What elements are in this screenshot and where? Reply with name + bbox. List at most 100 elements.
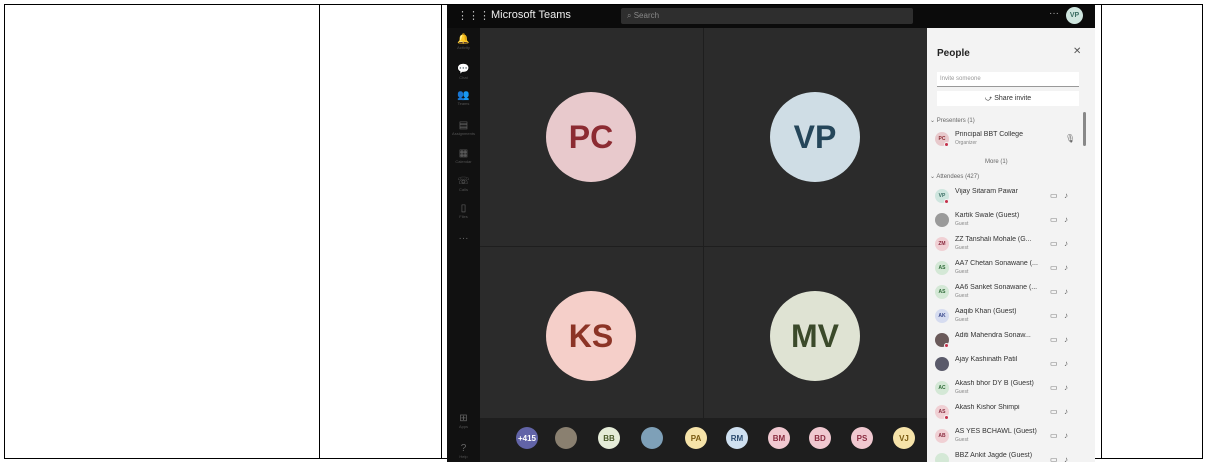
- participant-chip[interactable]: PA: [685, 427, 707, 449]
- share-icon: ⤻: [984, 95, 995, 102]
- attendees-section-header[interactable]: ⌄ Attendees (427): [930, 173, 979, 180]
- files-icon: ▯: [460, 203, 467, 214]
- attendee-row[interactable]: AC Akash bhor DY B (Guest) Guest ▭ ♪: [935, 378, 1085, 400]
- participant-role: Guest: [955, 245, 969, 251]
- participant-chip[interactable]: BM: [768, 427, 790, 449]
- rail-item-label: Calendar: [455, 159, 472, 164]
- participant-name: Vijay Sitaram Pawar: [955, 188, 1018, 195]
- camera-off-icon: ▭: [1050, 287, 1058, 296]
- avatar: [935, 453, 949, 462]
- rail-item-label: Assignments: [452, 131, 475, 136]
- people-panel: People ✕ Invite someone ⤻ Share invite ⌄…: [927, 28, 1095, 462]
- invite-input[interactable]: Invite someone: [937, 72, 1079, 87]
- attendee-row[interactable]: ZM ZZ Tanshali Mohale (G... Guest ▭ ♪: [935, 234, 1085, 256]
- video-tile[interactable]: KS: [480, 247, 703, 418]
- user-avatar[interactable]: VP: [1066, 7, 1083, 24]
- mic-muted-icon: ♪: [1064, 287, 1068, 296]
- status-badge: [944, 199, 949, 204]
- panel-title: People: [937, 48, 970, 59]
- presenters-section-header[interactable]: ⌄ Presenters (1): [930, 117, 975, 124]
- camera-off-icon: ▭: [1050, 431, 1058, 440]
- avatar: AS: [935, 261, 949, 275]
- app-title: Microsoft Teams: [491, 9, 571, 21]
- share-invite-label: Share invite: [994, 95, 1032, 102]
- video-tile[interactable]: VP: [704, 28, 927, 246]
- app-launcher-icon[interactable]: ⋮⋮⋮: [457, 9, 490, 22]
- attendee-row[interactable]: AK Aaqib Khan (Guest) Guest ▭ ♪: [935, 306, 1085, 328]
- participant-role: Guest: [955, 293, 969, 299]
- rail-item[interactable]: ☏ Calls: [447, 176, 480, 192]
- camera-off-icon: ▭: [1050, 335, 1058, 344]
- more-options-button[interactable]: ···: [1049, 8, 1059, 19]
- rail-item[interactable]: ▤ Assignments: [447, 120, 480, 136]
- attendee-row[interactable]: AS AA6 Sanket Sonawane (... Guest ▭ ♪: [935, 282, 1085, 304]
- rail-item[interactable]: ▯ Files: [447, 203, 480, 219]
- presenters-label: Presenters (1): [936, 118, 975, 124]
- overflow-count-badge[interactable]: +415: [516, 427, 538, 449]
- attendee-row[interactable]: AS Akash Kishor Shimpi ▭ ♪: [935, 402, 1085, 424]
- participant-chip[interactable]: [555, 427, 577, 449]
- participant-chip[interactable]: RM: [726, 427, 748, 449]
- teams-window: ⋮⋮⋮ Microsoft Teams ⌕ Search ··· VP 🔔 Act…: [447, 5, 1095, 462]
- participant-role: Guest: [955, 221, 969, 227]
- presenter-row[interactable]: PC Principal BBT College Organizer 🎙︎: [935, 129, 1085, 151]
- attendees-label: Attendees (427): [936, 174, 980, 180]
- attendee-row[interactable]: Aditi Mahendra Sonaw... ▭ ♪: [935, 330, 1085, 352]
- more-link[interactable]: More (1): [985, 159, 1008, 165]
- more-icon: ···: [458, 233, 469, 244]
- attendee-row[interactable]: AB AS YES BCHAWL (Guest) Guest ▭ ♪: [935, 426, 1085, 448]
- participant-name: Akash Kishor Shimpi: [955, 404, 1020, 411]
- rail-item[interactable]: 💬 Chat: [447, 64, 480, 80]
- search-icon: ⌕: [627, 11, 634, 20]
- mic-muted-icon: ♪: [1064, 263, 1068, 272]
- video-tile[interactable]: MV: [704, 247, 927, 418]
- participant-avatar: VP: [770, 92, 860, 182]
- phone-icon: ☏: [457, 176, 470, 187]
- participant-avatar: KS: [546, 291, 636, 381]
- participant-chip[interactable]: PS: [851, 427, 873, 449]
- rail-item-label: Files: [459, 214, 468, 219]
- table-column-divider: [1101, 4, 1102, 459]
- avatar: AC: [935, 381, 949, 395]
- title-bar: ⋮⋮⋮ Microsoft Teams ⌕ Search ··· VP: [447, 5, 1095, 28]
- help-icon: ?: [460, 443, 467, 454]
- rail-item[interactable]: 👥 Teams: [447, 90, 480, 106]
- attendee-row[interactable]: BBZ Ankit Jagde (Guest) ▭ ♪: [935, 450, 1085, 462]
- attendee-row[interactable]: Ajay Kashinath Patil ▭ ♪: [935, 354, 1085, 376]
- participant-name: AA7 Chetan Sonawane (...: [955, 260, 1038, 267]
- video-tile[interactable]: PC: [480, 28, 703, 246]
- participant-name: BBZ Ankit Jagde (Guest): [955, 452, 1033, 459]
- share-invite-button[interactable]: ⤻ Share invite: [937, 91, 1079, 106]
- status-badge: [944, 415, 949, 420]
- rail-item[interactable]: ? Help: [447, 443, 480, 459]
- app-rail: 🔔 Activity 💬 Chat 👥 Teams ▤ Assignments ▦ Calenda…: [447, 28, 480, 462]
- attendee-row[interactable]: VP Vijay Sitaram Pawar ▭ ♪: [935, 186, 1085, 208]
- rail-item[interactable]: ▦ Calendar: [447, 148, 480, 164]
- participant-chip[interactable]: BD: [809, 427, 831, 449]
- attendee-row[interactable]: Kartik Swale (Guest) Guest ▭ ♪: [935, 210, 1085, 232]
- table-column-divider: [441, 4, 442, 459]
- participant-role: Guest: [955, 389, 969, 395]
- close-icon[interactable]: ✕: [1073, 46, 1081, 57]
- participant-avatar: PC: [546, 92, 636, 182]
- participant-name: Kartik Swale (Guest): [955, 212, 1020, 219]
- rail-item-label: Calls: [459, 187, 468, 192]
- participant-chip[interactable]: BB: [598, 427, 620, 449]
- rail-item-label: Apps: [458, 424, 469, 429]
- camera-off-icon: ▭: [1050, 311, 1058, 320]
- search-input[interactable]: ⌕ Search: [621, 8, 913, 24]
- mic-muted-icon: ♪: [1064, 311, 1068, 320]
- participant-strip: +415 BB PA RM BM BD PS VJ: [480, 418, 927, 462]
- participant-chip[interactable]: VJ: [893, 427, 915, 449]
- participant-name: AA6 Sanket Sonawane (...: [955, 284, 1038, 291]
- rail-item[interactable]: ⊞ Apps: [447, 413, 480, 429]
- rail-item-label: Activity: [457, 45, 470, 50]
- camera-off-icon: ▭: [1050, 215, 1058, 224]
- rail-item[interactable]: 🔔 Activity: [447, 34, 480, 50]
- status-badge: [944, 142, 949, 147]
- calendar-icon: ▦: [458, 148, 469, 159]
- attendee-row[interactable]: AS AA7 Chetan Sonawane (... Guest ▭ ♪: [935, 258, 1085, 280]
- participant-role: Guest: [955, 437, 969, 443]
- participant-chip[interactable]: [641, 427, 663, 449]
- rail-item[interactable]: ···: [447, 233, 480, 244]
